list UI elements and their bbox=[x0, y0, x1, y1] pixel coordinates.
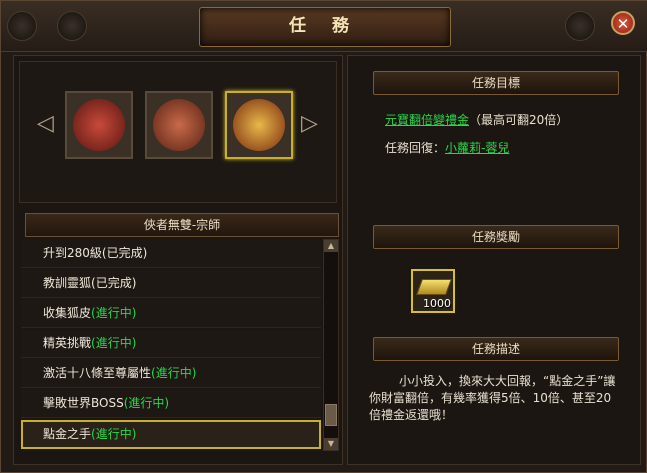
quest-list: 升到280級(已完成) 教訓靈狐(已完成) 收集狐皮(進行中) 精英挑戰(進行中… bbox=[21, 239, 321, 451]
quest-name: 精英挑戰 bbox=[43, 336, 92, 350]
window-title: 任 務 bbox=[289, 16, 359, 36]
gold-ingot-bar bbox=[416, 279, 452, 295]
crossed-swords-icon[interactable] bbox=[145, 91, 213, 159]
list-item[interactable]: 收集狐皮(進行中) bbox=[21, 299, 321, 328]
quest-status: (進行中) bbox=[91, 427, 137, 441]
gold-ingot-icon[interactable]: 1000 bbox=[411, 269, 455, 313]
objective-header: 任務目標 bbox=[373, 71, 619, 95]
quest-status: (進行中) bbox=[91, 336, 137, 350]
quest-status: (進行中) bbox=[91, 306, 137, 320]
quest-chain-title: 俠者無雙-宗師 bbox=[25, 213, 339, 237]
quest-status: (已完成) bbox=[91, 276, 137, 290]
close-icon[interactable]: ✕ bbox=[611, 11, 635, 35]
scroll-thumb[interactable] bbox=[325, 404, 337, 426]
corner-ornament-icon bbox=[57, 11, 87, 41]
warrior-portrait-disc bbox=[73, 99, 125, 151]
reward-count: 1000 bbox=[423, 297, 451, 310]
quest-name: 點金之手 bbox=[43, 427, 92, 441]
right-arrow-icon[interactable]: ▷ bbox=[301, 111, 318, 136]
scroll-up-icon[interactable]: ▲ bbox=[324, 240, 338, 252]
quest-name: 教訓靈狐 bbox=[43, 276, 92, 290]
objective-target-note: （最高可翻20倍） bbox=[469, 113, 569, 127]
quest-name: 收集狐皮 bbox=[43, 306, 92, 320]
list-item[interactable]: 激活十八條至尊屬性(進行中) bbox=[21, 359, 321, 388]
warrior-portrait-icon[interactable] bbox=[65, 91, 133, 159]
golden-crest-disc bbox=[233, 99, 285, 151]
quest-name: 擊敗世界BOSS bbox=[43, 396, 124, 410]
corner-ornament-icon bbox=[565, 11, 595, 41]
list-item[interactable]: 擊敗世界BOSS(進行中) bbox=[21, 389, 321, 418]
quest-name: 升到280級 bbox=[43, 246, 102, 260]
objective-target-link[interactable]: 元寶翻倍變禮金 bbox=[385, 113, 469, 127]
list-item[interactable]: 精英挑戰(進行中) bbox=[21, 329, 321, 358]
return-label: 任務回復： bbox=[385, 141, 446, 155]
return-npc-link[interactable]: 小蘿莉-蓉兒 bbox=[445, 141, 509, 155]
quest-window: 任 務 ✕ ◁ ▷ 俠者無雙-宗師 升到280級(已完成) 教訓靈狐(已完成) … bbox=[0, 0, 647, 473]
list-item-selected[interactable]: 點金之手(進行中) bbox=[21, 420, 321, 449]
scroll-down-icon[interactable]: ▼ bbox=[324, 438, 338, 450]
quest-status: (已完成) bbox=[101, 246, 148, 260]
quest-name: 激活十八條至尊屬性 bbox=[43, 366, 152, 380]
quest-list-scrollbar[interactable]: ▲ ▼ bbox=[323, 239, 339, 451]
objective-target: 元寶翻倍變禮金（最高可翻20倍） bbox=[385, 111, 568, 128]
objective-return: 任務回復：小蘿莉-蓉兒 bbox=[385, 139, 509, 156]
quest-status: (進行中) bbox=[151, 366, 197, 380]
left-arrow-icon[interactable]: ◁ bbox=[37, 111, 54, 136]
list-item[interactable]: 教訓靈狐(已完成) bbox=[21, 269, 321, 298]
golden-crest-icon[interactable] bbox=[225, 91, 293, 159]
crossed-swords-disc bbox=[153, 99, 205, 151]
description-header: 任務描述 bbox=[373, 337, 619, 361]
description-text: 小小投入，換來大大回報，“點金之手”讓你財富翻倍，有幾率獲得5倍、10倍、甚至2… bbox=[369, 374, 616, 422]
quest-status: (進行中) bbox=[123, 396, 170, 410]
list-item[interactable]: 升到280級(已完成) bbox=[21, 239, 321, 268]
reward-header: 任務獎勵 bbox=[373, 225, 619, 249]
corner-ornament-icon bbox=[7, 11, 37, 41]
